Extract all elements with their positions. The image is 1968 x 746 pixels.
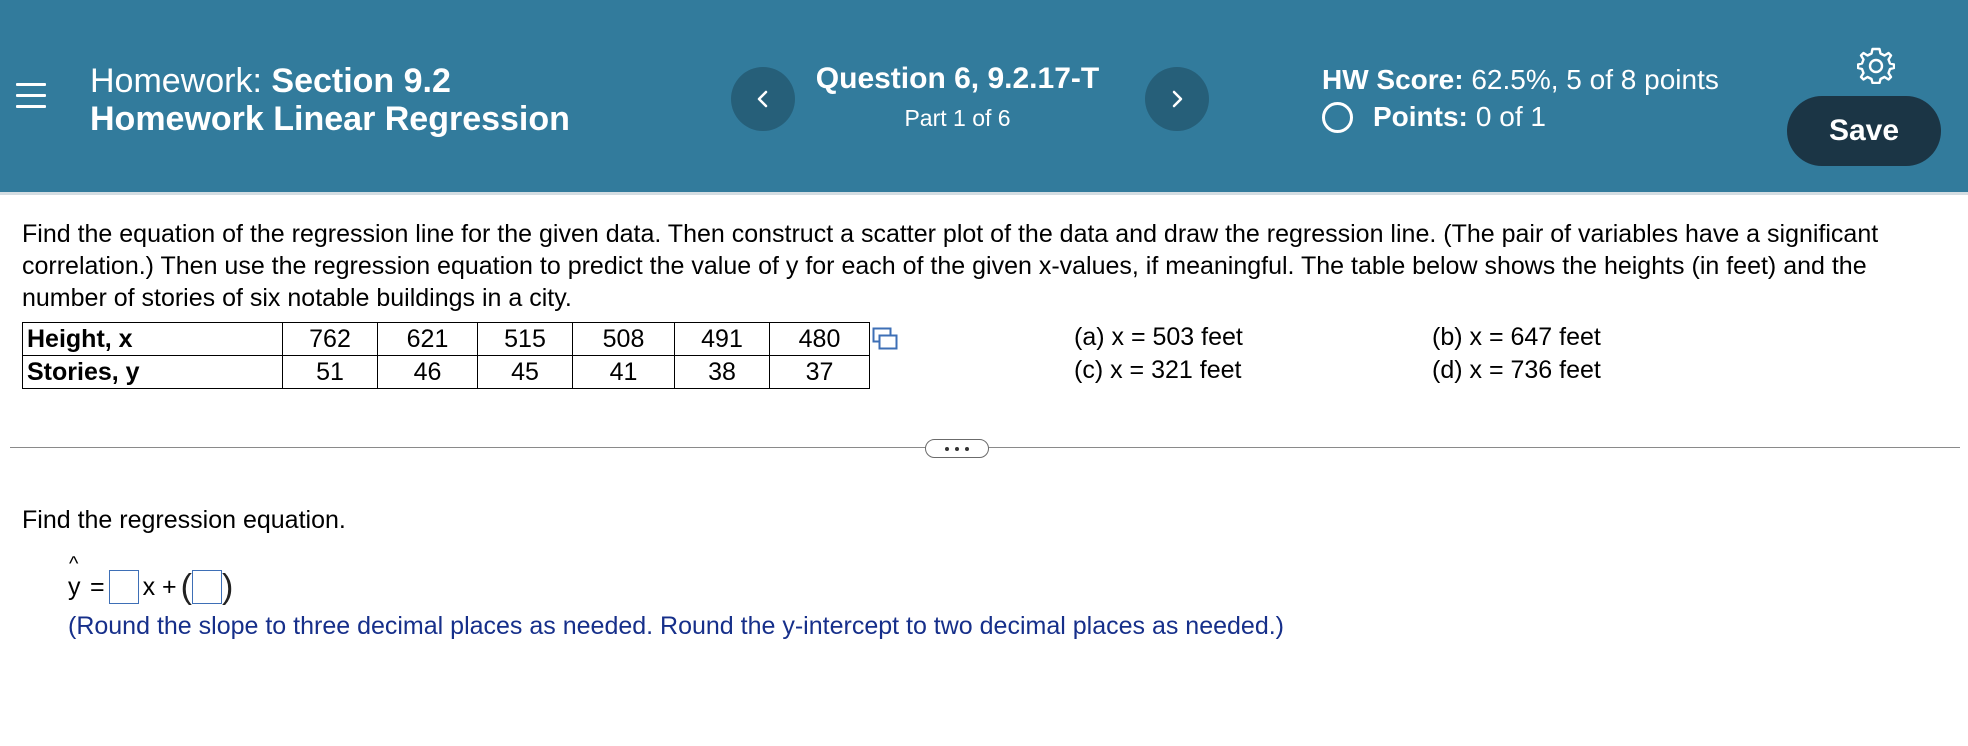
points-status-circle-icon	[1322, 101, 1353, 133]
table-cell: 480	[769, 322, 870, 356]
table-cell: 41	[572, 355, 675, 389]
table-cell: 762	[282, 322, 378, 356]
question-prompt: Find the equation of the regression line…	[22, 220, 1879, 312]
chevron-left-icon	[757, 90, 768, 108]
points-label: Points:	[1373, 101, 1468, 132]
expand-more-button[interactable]	[925, 439, 989, 458]
copy-data-icon[interactable]	[872, 327, 898, 351]
x-value-d: (d) x = 736 feet	[1432, 356, 1601, 384]
y-symbol: y	[68, 572, 81, 601]
homework-section-name: Section 9.2	[271, 62, 451, 100]
table-row: Height, x 762 621 515 508 491 480	[22, 322, 870, 356]
table-cell: 508	[572, 322, 675, 356]
intercept-input[interactable]	[191, 570, 222, 604]
hw-score-value: 62.5%, 5 of 8 points	[1471, 64, 1719, 95]
close-paren: )	[221, 568, 234, 606]
x-value-a: (a) x = 503 feet	[1074, 323, 1243, 351]
table-cell: 37	[769, 355, 870, 389]
hamburger-menu-icon[interactable]	[14, 80, 48, 110]
gear-icon[interactable]	[1857, 46, 1895, 84]
points-row: Points: 0 of 1	[1322, 101, 1546, 133]
x-plus-text: x +	[142, 572, 177, 601]
data-table: Height, x 762 621 515 508 491 480 Storie…	[22, 322, 870, 389]
table-cell: 45	[477, 355, 573, 389]
homework-title-prefix: Homework:	[90, 62, 262, 100]
regression-equation-row: ^ y = x + ( )	[68, 553, 234, 607]
header-divider	[0, 192, 1968, 195]
save-button[interactable]: Save	[1787, 96, 1941, 166]
next-question-button[interactable]	[1145, 67, 1209, 131]
question-part-indicator: Part 1 of 6	[904, 105, 1011, 131]
table-cell: 621	[377, 322, 478, 356]
hw-score-label: HW Score:	[1322, 64, 1464, 95]
open-paren: (	[180, 568, 192, 606]
table-cell: 46	[377, 355, 478, 389]
x-value-b: (b) x = 647 feet	[1432, 323, 1601, 351]
table-cell: 515	[477, 322, 573, 356]
answer-instruction: Find the regression equation.	[22, 506, 346, 534]
x-value-c: (c) x = 321 feet	[1074, 356, 1242, 384]
homework-title-line2: Homework Linear Regression	[90, 100, 570, 138]
question-title: Question 6, 9.2.17-T	[815, 62, 1100, 95]
row-label-height: Height, x	[22, 322, 283, 356]
homework-title: Homework: Section 9.2 Homework Linear Re…	[90, 62, 570, 138]
equals-sign: =	[90, 572, 105, 601]
table-cell: 38	[674, 355, 770, 389]
chevron-right-icon	[1172, 90, 1183, 108]
table-row: Stories, y 51 46 45 41 38 37	[22, 355, 870, 389]
points-value: 0 of 1	[1475, 101, 1546, 132]
row-label-stories: Stories, y	[22, 355, 283, 389]
previous-question-button[interactable]	[731, 67, 795, 131]
hat-symbol: ^	[69, 552, 79, 575]
table-cell: 51	[282, 355, 378, 389]
top-header-bar: Homework: Section 9.2 Homework Linear Re…	[0, 0, 1968, 192]
hw-score: HW Score: 62.5%, 5 of 8 points	[1322, 64, 1719, 96]
table-cell: 491	[674, 322, 770, 356]
slope-input[interactable]	[108, 570, 139, 604]
rounding-instructions: (Round the slope to three decimal places…	[68, 612, 1285, 640]
y-hat-symbol: ^ y	[68, 553, 86, 602]
